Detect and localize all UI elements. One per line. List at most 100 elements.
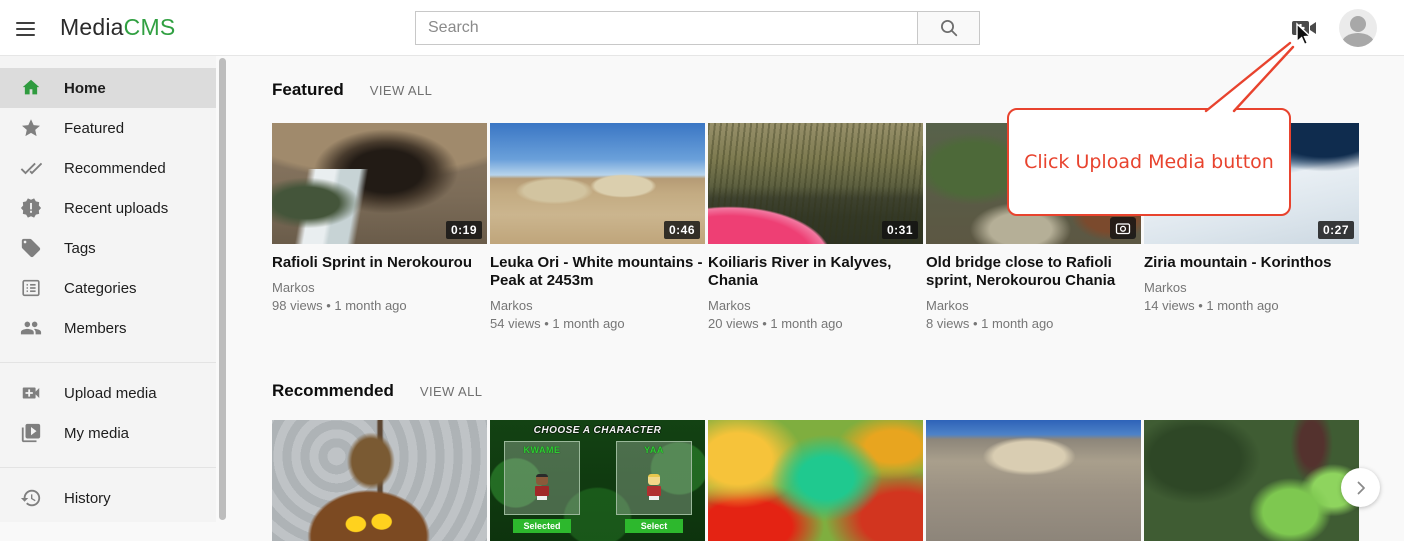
media-card[interactable]: 0:46 Leuka Ori - White mountains - Peak … [490,123,705,331]
sidebar-label: My media [64,425,129,442]
character-name: KWAME [505,445,579,455]
image-type-badge [1110,217,1136,239]
sidebar-scrollbar[interactable] [218,56,227,522]
character-sprite [534,474,550,500]
search-input[interactable] [415,11,917,45]
star-icon [20,117,42,139]
camera-icon [1115,221,1131,235]
sidebar-divider [0,467,216,468]
media-card[interactable] [272,420,487,541]
duration-badge: 0:27 [1318,221,1354,239]
video-thumbnail[interactable] [708,420,923,541]
sidebar-item-upload-media[interactable]: Upload media [0,373,216,413]
sidebar-label: Recommended [64,160,166,177]
video-thumbnail[interactable] [926,420,1141,541]
video-thumbnail[interactable]: 0:31 [708,123,923,244]
annotation-text: Click Upload Media button [1024,151,1274,173]
character-sprite [646,474,662,500]
media-meta: 14 views • 1 month ago [1144,298,1359,313]
menu-icon[interactable] [16,18,40,38]
scrollbar-thumb[interactable] [219,58,226,520]
media-title[interactable]: Leuka Ori - White mountains - Peak at 24… [490,254,705,290]
sidebar-divider [0,362,216,363]
home-icon [20,77,42,99]
media-card[interactable] [708,420,923,541]
new-releases-icon [20,197,42,219]
media-author[interactable]: Markos [926,298,1141,313]
app-logo[interactable]: MediaCMS [60,14,175,41]
sidebar-item-history[interactable]: History [0,478,216,518]
chevron-right-icon [1353,480,1369,496]
upload-media-button[interactable] [1291,17,1317,39]
done-all-icon [20,157,42,179]
game-screen-title: CHOOSE A CHARACTER [490,425,705,436]
media-card[interactable]: CHOOSE A CHARACTER KWAME YAA [490,420,705,541]
sidebar-item-my-media[interactable]: My media [0,413,216,453]
media-meta: 98 views • 1 month ago [272,298,487,313]
sidebar-label: Featured [64,120,124,137]
media-author[interactable]: Markos [708,298,923,313]
media-author[interactable]: Markos [272,280,487,295]
media-card[interactable] [926,420,1141,541]
section-title: Featured [272,80,344,100]
carousel-next-button[interactable] [1341,468,1380,507]
search-button[interactable] [917,11,980,45]
categories-icon [20,277,42,299]
media-card[interactable]: 0:19 Rafioli Sprint in Nerokourou Markos… [272,123,487,331]
character-panel-right: YAA [616,441,692,515]
media-meta: 54 views • 1 month ago [490,316,705,331]
sidebar-label: Members [64,320,127,337]
avatar-head [1350,16,1366,32]
sidebar-label: History [64,490,111,507]
character-panel-left: KWAME [504,441,580,515]
media-card[interactable] [1144,420,1359,541]
video-call-icon [1291,17,1317,39]
recommended-section-header: Recommended VIEW ALL [272,381,482,401]
media-title[interactable]: Koiliaris River in Kalyves, Chania [708,254,923,290]
sidebar-item-recommended[interactable]: Recommended [0,148,216,188]
media-title[interactable]: Old bridge close to Rafioli sprint, Nero… [926,254,1141,290]
user-avatar[interactable] [1339,9,1377,47]
top-bar: MediaCMS [0,0,1404,56]
search-icon [938,17,960,39]
video-thumbnail[interactable]: CHOOSE A CHARACTER KWAME YAA [490,420,705,541]
sidebar-item-home[interactable]: Home [0,68,216,108]
selected-button: Selected [513,519,571,533]
upload-media-icon [20,382,42,404]
sidebar-label: Home [64,80,106,97]
sidebar-item-tags[interactable]: Tags [0,228,216,268]
duration-badge: 0:46 [664,221,700,239]
duration-badge: 0:31 [882,221,918,239]
recommended-row: CHOOSE A CHARACTER KWAME YAA [272,420,1362,541]
video-thumbnail[interactable]: 0:46 [490,123,705,244]
media-title[interactable]: Rafioli Sprint in Nerokourou [272,254,487,272]
history-icon [20,487,42,509]
media-meta: 8 views • 1 month ago [926,316,1141,331]
search-bar [415,11,980,45]
logo-text-cms: CMS [124,14,176,40]
sidebar: Home Featured Recommended Recent uploads… [0,56,216,522]
logo-text-media: Media [60,14,124,40]
select-button: Select [625,519,683,533]
media-title[interactable]: Ziria mountain - Korinthos [1144,254,1359,272]
featured-section-header: Featured VIEW ALL [272,80,432,100]
avatar-shoulders [1342,33,1374,47]
annotation-callout: Click Upload Media button [1007,108,1291,216]
video-thumbnail[interactable]: 0:19 [272,123,487,244]
sidebar-item-categories[interactable]: Categories [0,268,216,308]
members-icon [20,317,42,339]
video-thumbnail[interactable] [272,420,487,541]
my-media-icon [20,422,42,444]
media-author[interactable]: Markos [1144,280,1359,295]
media-card[interactable]: 0:31 Koiliaris River in Kalyves, Chania … [708,123,923,331]
sidebar-item-recent-uploads[interactable]: Recent uploads [0,188,216,228]
section-title: Recommended [272,381,394,401]
view-all-link[interactable]: VIEW ALL [420,384,482,399]
media-author[interactable]: Markos [490,298,705,313]
character-name: YAA [617,445,691,455]
view-all-link[interactable]: VIEW ALL [370,83,432,98]
video-thumbnail[interactable] [1144,420,1359,541]
sidebar-item-featured[interactable]: Featured [0,108,216,148]
sidebar-item-members[interactable]: Members [0,308,216,348]
sidebar-label: Tags [64,240,96,257]
